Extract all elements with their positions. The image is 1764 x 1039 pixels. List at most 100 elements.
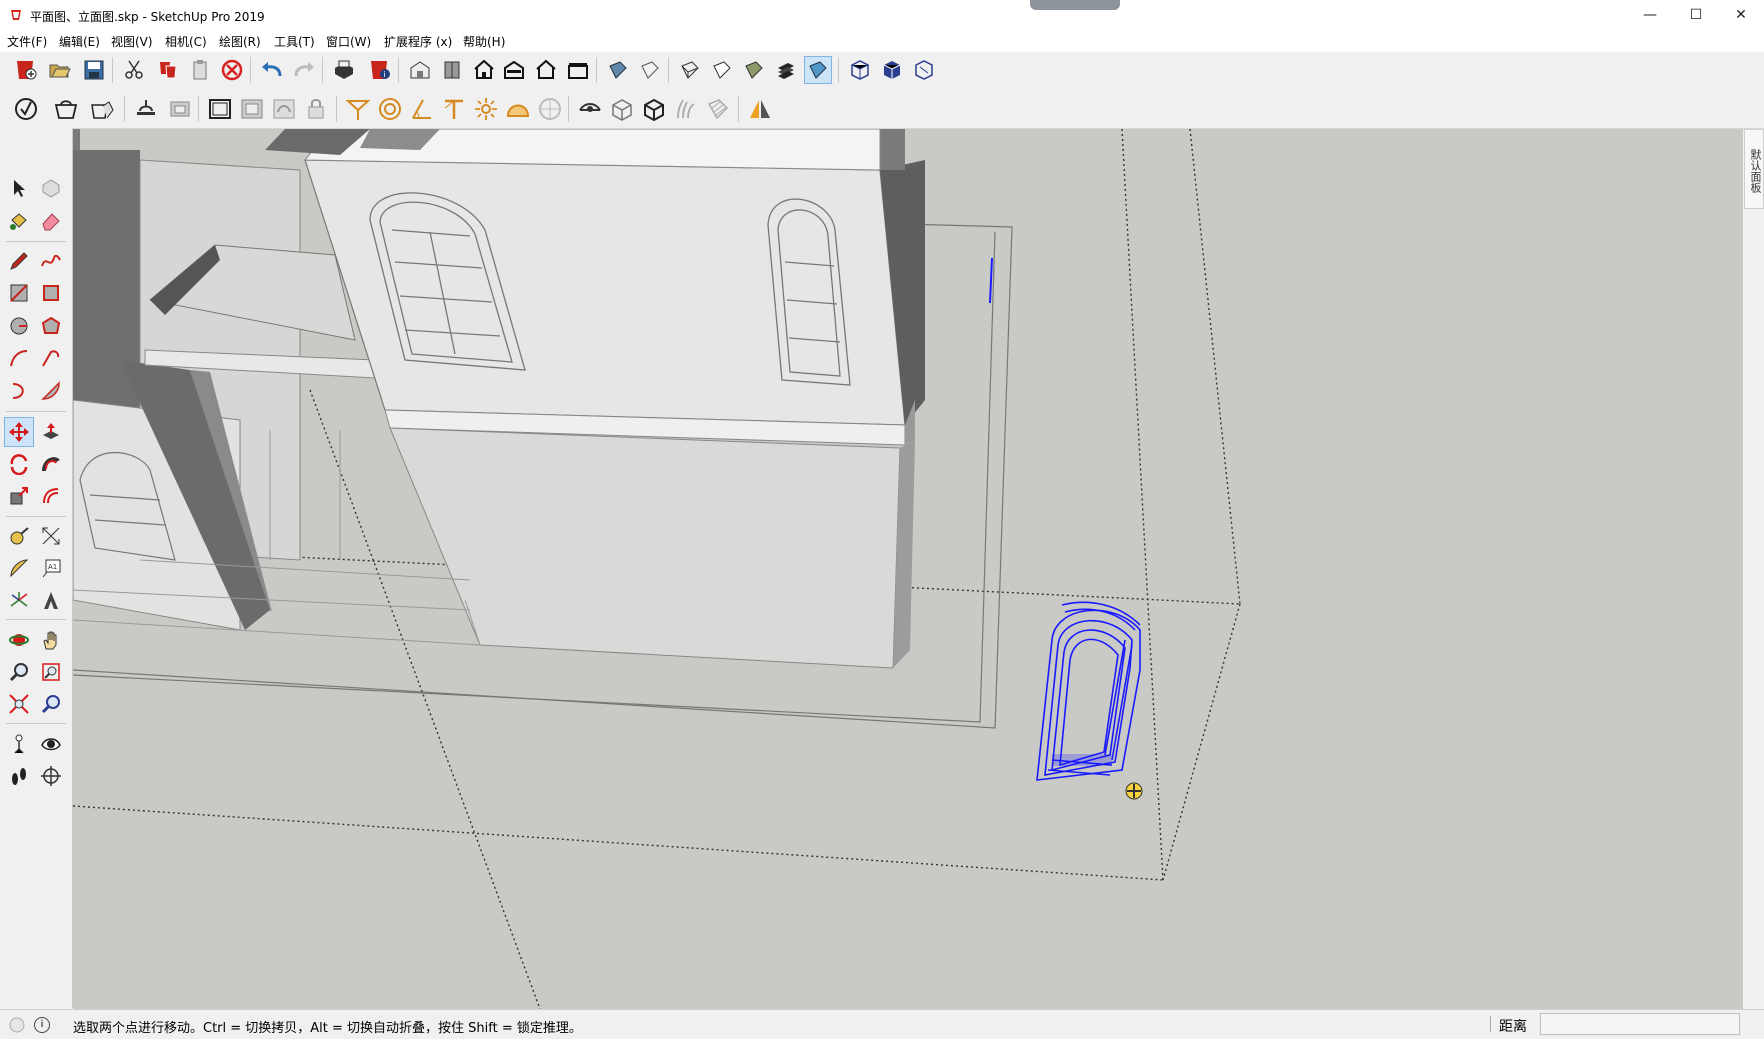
lock-icon[interactable] xyxy=(302,95,330,123)
back-edges-icon[interactable] xyxy=(636,56,664,84)
3d-text-icon[interactable] xyxy=(36,585,66,615)
tape-measure-icon[interactable] xyxy=(4,521,34,551)
polygon-icon[interactable] xyxy=(36,311,66,341)
protractor-tool-icon[interactable] xyxy=(4,553,34,583)
rotate-icon[interactable] xyxy=(4,449,34,479)
wireframe-icon[interactable] xyxy=(676,56,704,84)
left-view-icon[interactable] xyxy=(564,56,592,84)
redo-icon[interactable] xyxy=(290,56,318,84)
right-view-icon[interactable] xyxy=(500,56,528,84)
move-icon[interactable] xyxy=(4,417,34,447)
sandbox-icon[interactable] xyxy=(12,95,40,123)
protractor-icon[interactable] xyxy=(344,95,372,123)
section-fill-icon[interactable] xyxy=(878,56,906,84)
default-tray-tab[interactable]: 默认面板 xyxy=(1744,129,1764,209)
open-icon[interactable] xyxy=(46,56,74,84)
new-icon[interactable] xyxy=(12,56,40,84)
front-view-icon[interactable] xyxy=(470,56,498,84)
section-plane-icon[interactable] xyxy=(846,56,874,84)
section-plane-tool-icon[interactable] xyxy=(36,761,66,791)
menu-extensions[interactable]: 扩展程序 (x) xyxy=(384,33,452,50)
group-icon[interactable] xyxy=(238,95,266,123)
position-camera-icon[interactable] xyxy=(4,729,34,759)
scale-icon[interactable] xyxy=(4,481,34,511)
select-icon[interactable] xyxy=(4,173,34,203)
menu-edit[interactable]: 编辑(E) xyxy=(59,33,100,50)
cut-icon[interactable] xyxy=(120,56,148,84)
model-viewport[interactable] xyxy=(73,129,1743,1009)
xray-icon[interactable] xyxy=(604,56,632,84)
menu-window[interactable]: 窗口(W) xyxy=(326,33,371,50)
close-button[interactable]: ✕ xyxy=(1718,0,1764,30)
menu-camera[interactable]: 相机(C) xyxy=(165,33,207,50)
back-view-icon[interactable] xyxy=(532,56,560,84)
shaded-textures-icon[interactable] xyxy=(772,56,800,84)
print-icon[interactable] xyxy=(330,56,358,84)
undo-icon[interactable] xyxy=(258,56,286,84)
pie-icon[interactable] xyxy=(36,376,66,406)
dimension-icon[interactable] xyxy=(36,521,66,551)
cube-icon[interactable] xyxy=(608,95,636,123)
menu-view[interactable]: 视图(V) xyxy=(111,33,153,50)
circle-tool-icon[interactable] xyxy=(4,311,34,341)
pencil-icon[interactable] xyxy=(4,246,34,276)
eye-icon[interactable] xyxy=(576,95,604,123)
menu-draw[interactable]: 绘图(R) xyxy=(219,33,261,50)
zoom-extents-icon[interactable] xyxy=(4,689,34,719)
text-icon[interactable] xyxy=(440,95,468,123)
layout-icon[interactable] xyxy=(132,95,160,123)
warehouse-icon[interactable] xyxy=(52,95,80,123)
grass-icon[interactable] xyxy=(672,95,700,123)
sphere-icon[interactable] xyxy=(536,95,564,123)
rotated-rectangle-icon[interactable] xyxy=(36,278,66,308)
angle-icon[interactable] xyxy=(408,95,436,123)
geo-location-icon[interactable] xyxy=(8,1016,26,1034)
shaded-icon[interactable] xyxy=(740,56,768,84)
arc-icon[interactable] xyxy=(4,343,34,373)
look-around-icon[interactable] xyxy=(36,729,66,759)
make-component-icon[interactable] xyxy=(36,173,66,203)
previous-view-icon[interactable] xyxy=(36,689,66,719)
sun-icon[interactable] xyxy=(472,95,500,123)
walk-icon[interactable] xyxy=(4,761,34,791)
circle-icon[interactable] xyxy=(376,95,404,123)
rectangle-icon[interactable] xyxy=(4,278,34,308)
iso-view-icon[interactable] xyxy=(406,56,434,84)
window-grip[interactable] xyxy=(1030,0,1120,10)
model-info-icon[interactable]: i xyxy=(366,56,394,84)
menu-tools[interactable]: 工具(T) xyxy=(274,33,315,50)
instructor-icon[interactable]: i xyxy=(34,1017,50,1033)
axes-icon[interactable] xyxy=(4,585,34,615)
copy-icon[interactable] xyxy=(154,56,182,84)
push-pull-icon[interactable] xyxy=(36,417,66,447)
top-view-icon[interactable] xyxy=(438,56,466,84)
save-icon[interactable] xyxy=(80,56,108,84)
orbit-icon[interactable] xyxy=(4,625,34,655)
extension-warehouse-icon[interactable] xyxy=(88,95,116,123)
dome-icon[interactable] xyxy=(504,95,532,123)
hidden-line-icon[interactable] xyxy=(708,56,736,84)
minimize-button[interactable]: — xyxy=(1627,0,1673,30)
zoom-icon[interactable] xyxy=(4,657,34,687)
paint-bucket-icon[interactable] xyxy=(4,206,34,236)
maximize-button[interactable]: ☐ xyxy=(1673,0,1719,30)
menu-file[interactable]: 文件(F) xyxy=(7,33,47,50)
paste-icon[interactable] xyxy=(186,56,214,84)
hatch-icon[interactable] xyxy=(704,95,732,123)
erase-icon[interactable] xyxy=(218,56,246,84)
mirror-icon[interactable] xyxy=(746,95,774,123)
send-to-layout-icon[interactable] xyxy=(166,95,194,123)
three-point-arc-icon[interactable] xyxy=(4,376,34,406)
monochrome-icon[interactable] xyxy=(804,56,832,84)
two-point-arc-icon[interactable] xyxy=(36,343,66,373)
zoom-window-icon[interactable] xyxy=(36,657,66,687)
offset-icon[interactable] xyxy=(36,481,66,511)
follow-me-icon[interactable] xyxy=(36,449,66,479)
section-cuts-icon[interactable] xyxy=(910,56,938,84)
solid-outer-shell-icon[interactable] xyxy=(270,95,298,123)
pan-icon[interactable] xyxy=(36,625,66,655)
component-icon[interactable] xyxy=(206,95,234,123)
freehand-icon[interactable] xyxy=(36,246,66,276)
cube-dark-icon[interactable] xyxy=(640,95,668,123)
menu-help[interactable]: 帮助(H) xyxy=(463,33,505,50)
